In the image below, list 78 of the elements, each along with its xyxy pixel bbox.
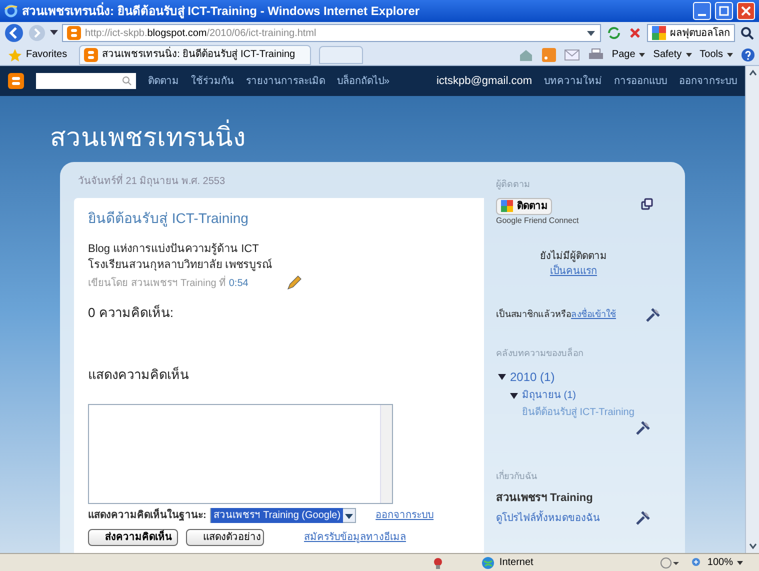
follow-button[interactable]: ติดตาม [496,198,552,214]
post-title: ยินดีต้อนรับสู่ ICT-Training [88,209,250,229]
dropdown-caret-icon[interactable] [586,28,596,38]
toolbar-menu[interactable]: Page [612,47,646,62]
archive-link[interactable]: มิถุนายน (1) [522,388,576,403]
tools-icon[interactable] [645,306,661,322]
navbar-link[interactable]: ติดตาม [148,74,179,88]
post-date: วันจันทร์ที่ 21 มิถุนายน พ.ศ. 2553 [74,174,484,189]
address-text: http://ict-skpb.blogspot.com/2010/06/ict-training.html [85,26,318,40]
caret-icon [727,52,733,56]
no-followers-text: ยังไม่มีผู้ติดตาม [540,249,607,264]
post-time-link[interactable]: 0:54 [228,278,248,288]
google-logo-icon [652,26,666,40]
zone-text: Internet [499,556,534,570]
pencil-icon[interactable] [286,275,302,291]
sign-in-link[interactable]: ลงชื่อเข้าใช้ [571,308,616,319]
identity-select[interactable]: สวนเพชรฯ Training (Google) [210,508,356,523]
blogger-icon[interactable] [8,73,24,89]
widget-title: เกี่ยวกับฉัน [496,470,538,483]
refresh-icon[interactable] [605,25,623,41]
printer-icon[interactable] [588,48,604,62]
sign-out-link[interactable]: ออกจากระบบ [376,508,434,523]
search-field[interactable]: ผลฟุตบอลโลก [647,24,735,42]
address-field[interactable]: http://ict-skpb.blogspot.com/2010/06/ict-training.html [62,24,601,42]
post-text: โรงเรียนสวนกุหลาบวิทยาลัย เพชรบูรณ์ [88,257,274,273]
archive-link[interactable]: 2010 (1) [510,368,555,386]
be-first-link[interactable]: เป็นคนแรก [550,264,597,278]
star-icon [8,48,22,62]
subscribe-link[interactable]: สมัครรับข้อมูลทางอีเมล [304,530,406,545]
maximize-button[interactable] [715,2,733,20]
favorites-button[interactable]: Favorites [4,47,72,62]
profile-link[interactable]: ดูโปรไฟล์ทั้งหมดของฉัน [496,510,600,526]
comments-count: 0 ความคิดเห็น: [88,304,174,322]
ie-logo-icon [4,4,18,18]
expand-triangle-icon[interactable] [510,392,518,400]
back-button[interactable] [4,23,24,43]
profile-name: สวนเพชรฯ Training [496,490,594,506]
form-button[interactable]: ส่งความคิดเห็น [88,529,178,546]
caret-icon [686,52,692,56]
toolbar-menu[interactable]: Tools [700,47,733,62]
blogger-icon [84,48,98,62]
navbar-link[interactable]: บทความใหม่ [544,74,602,88]
navbar-link[interactable]: การออกแบบ [614,74,667,88]
globe-icon [481,556,496,570]
user-email: ictskpb@gmail.com [436,74,532,89]
tools-icon[interactable] [635,420,651,436]
search-text: ผลฟุตบอลโลก [670,26,730,40]
zoom-button[interactable]: 100% [691,555,751,570]
member-text: เป็นสมาชิกแล้วหรือลงชื่อเข้าใช้ [496,308,616,321]
tools-icon[interactable] [635,510,651,526]
comment-as-label: แสดงความคิดเห็นในฐานะ: [88,508,206,523]
caret-icon [639,52,646,56]
gfc-label: Google Friend Connect [496,214,579,226]
navbar-link[interactable]: บล็อกถัดไป» [337,74,390,88]
search-icon[interactable] [739,25,755,41]
post-byline: เขียนโดย สวนเพชรฯ Training ที่ 0:54 [88,276,248,290]
widget-title: ผู้ติดตาม [496,178,531,192]
comment-heading: แสดงความคิดเห็น [88,366,190,384]
navbar-link[interactable]: ออกจากระบบ [679,74,737,88]
navbar-link[interactable]: ใช้ร่วมกัน [191,74,234,88]
browser-tab[interactable]: สวนเพชรเทรนนิ่ง: ยินดีต้อนรับสู่ ICT-Training [79,44,312,64]
help-icon[interactable] [741,48,755,62]
blogger-icon [67,26,81,40]
minimize-button[interactable] [693,2,711,20]
close-button[interactable] [737,2,755,20]
toolbar-menu[interactable]: Safety [653,47,692,62]
gfc-logo-icon [501,200,513,212]
navbar-link[interactable]: รายงานการละเมิด [246,74,325,88]
expand-triangle-icon[interactable] [498,373,506,381]
dropdown-caret-icon[interactable] [50,30,58,36]
blog-title: สวนเพชรเทรนนิ่ง [0,96,745,162]
post-text: Blog แห่งการแบ่งปันความรู้ด้าน ICT [88,242,260,257]
blog-search-field[interactable] [36,73,136,89]
caret-icon [737,560,743,564]
form-button[interactable]: แสดงตัวอย่าง [186,529,264,546]
window-title: สวนเพชรเทรนนิ่ง: ยินดีต้อนรับสู่ ICT-Training - Windows Internet Explorer [22,2,421,20]
windows-icon[interactable] [641,198,653,210]
widget-title: คลังบทความของบล็อก [496,346,584,360]
